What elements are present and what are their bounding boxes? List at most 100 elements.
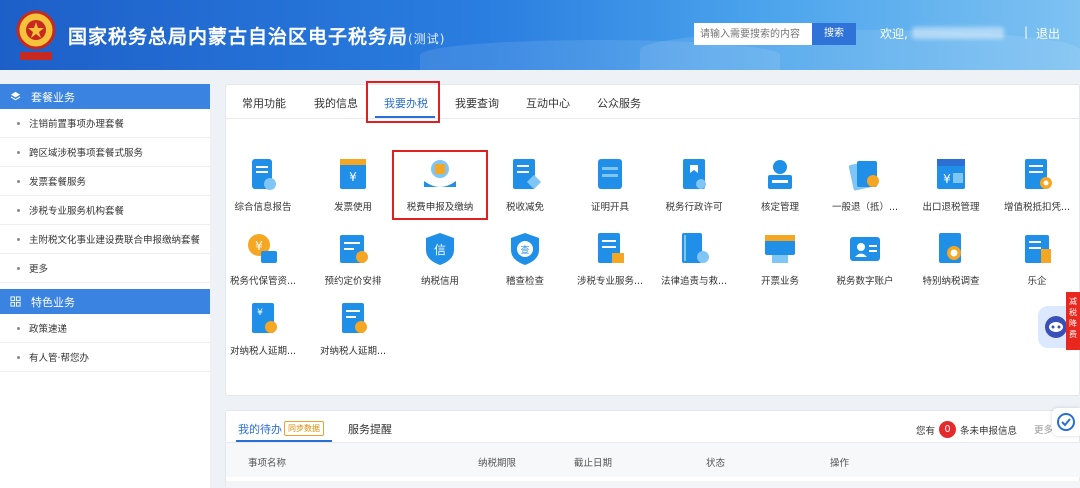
sidebar-item-label: 更多	[29, 264, 49, 275]
extension-icon	[342, 303, 367, 333]
bullet-icon	[17, 150, 20, 154]
bullet-icon	[17, 355, 20, 359]
function-label: 发票使用	[333, 202, 372, 213]
function-item[interactable]: ¥ 对纳税人延期...	[220, 301, 306, 357]
bullet-icon	[17, 237, 20, 241]
function-item[interactable]: 特别纳税调查	[908, 231, 994, 287]
tab-query[interactable]: 我要查询	[455, 95, 499, 111]
custody-icon: ¥	[248, 234, 277, 263]
function-item[interactable]: 预约定价安排	[310, 231, 396, 287]
sidebar-item-label: 有人管·帮您办	[29, 353, 90, 364]
sidebar-item-label: 涉税专业服务机构套餐	[29, 206, 125, 217]
more-link[interactable]: 更多	[1034, 422, 1053, 436]
header-separator: |	[1024, 25, 1029, 39]
sync-data-button[interactable]: 同步数据	[284, 421, 324, 436]
vat-deduction-icon	[1025, 159, 1052, 189]
approval-icon	[768, 160, 792, 189]
function-item[interactable]: 核定管理	[737, 157, 823, 213]
logout-link[interactable]: 退出	[1036, 25, 1060, 42]
table-header: 事项名称 纳税期限 截止日期 状态 操作	[226, 443, 1080, 477]
search-input[interactable]	[694, 23, 812, 45]
function-item[interactable]: 增值税抵扣凭...	[994, 157, 1080, 213]
function-label: 增值税抵扣凭...	[1003, 202, 1071, 213]
function-item[interactable]: 税务数字账户	[822, 231, 908, 287]
pending-prefix: 您有	[916, 425, 936, 437]
function-label: 涉税专业服务...	[576, 276, 644, 287]
chat-button[interactable]	[1052, 408, 1080, 436]
sidebar-section-special[interactable]: 特色业务	[0, 289, 210, 314]
tab-my-todo[interactable]: 我的待办	[238, 421, 282, 437]
welcome-text: 欢迎,	[880, 27, 908, 41]
function-item[interactable]: 查 稽查检查	[482, 231, 568, 287]
sidebar-item[interactable]: 注销前置事项办理套餐	[0, 109, 210, 138]
tab-interaction[interactable]: 互动中心	[526, 95, 570, 111]
function-label: 一般退（抵）...	[831, 202, 899, 213]
sidebar-item[interactable]: 政策速递	[0, 314, 210, 343]
function-item[interactable]: ¥ 出口退税管理	[908, 157, 994, 213]
table-row	[226, 481, 1080, 488]
tax-payment-icon	[424, 160, 456, 187]
function-item[interactable]: 综合信息报告	[220, 157, 306, 213]
function-item[interactable]: 证明开具	[567, 157, 653, 213]
svg-text:¥: ¥	[255, 239, 263, 253]
sidebar-item-label: 主附税文化事业建设费联合申报缴纳套餐	[29, 235, 201, 246]
sidebar-item[interactable]: 主附税文化事业建设费联合申报缴纳套餐	[0, 225, 210, 254]
sidebar-section-title: 套餐业务	[31, 90, 75, 104]
function-item-tax-payment[interactable]: 税费申报及缴纳	[397, 157, 483, 213]
tax-reduction-badge[interactable]: 减税降费	[1066, 292, 1080, 350]
site-title-text: 国家税务总局内蒙古自治区电子税务局	[68, 26, 409, 48]
function-item[interactable]: 一般退（抵）...	[822, 157, 908, 213]
assistant-button[interactable]	[1038, 306, 1068, 348]
bullet-icon	[17, 326, 20, 330]
function-label: 特别纳税调查	[922, 276, 980, 287]
sidebar-section-packages[interactable]: 套餐业务	[0, 84, 210, 109]
sidebar-item[interactable]: 涉税专业服务机构套餐	[0, 196, 210, 225]
function-item[interactable]: ¥ 发票使用	[310, 157, 396, 213]
credit-icon: 信	[426, 233, 454, 265]
function-item[interactable]: 对纳税人延期...	[310, 301, 396, 357]
function-item[interactable]: 乐企	[994, 231, 1080, 287]
tab-public-service[interactable]: 公众服务	[597, 95, 641, 111]
search-button[interactable]: 搜索	[812, 23, 856, 45]
bullet-icon	[17, 208, 20, 212]
tab-common[interactable]: 常用功能	[242, 95, 286, 111]
sidebar-item[interactable]: 发票套餐服务	[0, 167, 210, 196]
layers-icon	[10, 91, 21, 101]
column-header: 操作	[830, 458, 850, 469]
function-label: 开票业务	[760, 276, 799, 287]
function-label: 税务代保管资...	[229, 276, 297, 287]
grid-icon	[10, 296, 21, 307]
bullet-icon	[17, 266, 20, 270]
svg-text:信: 信	[434, 243, 446, 257]
function-item[interactable]: 法律追责与救...	[651, 231, 737, 287]
highlight-frame	[366, 81, 440, 123]
sidebar-item-label: 注销前置事项办理套餐	[29, 119, 125, 130]
function-label: 对纳税人延期...	[319, 346, 387, 357]
function-label: 综合信息报告	[234, 202, 292, 213]
function-item[interactable]: 开票业务	[737, 231, 823, 287]
sidebar-item[interactable]: 有人管·帮您办	[0, 343, 210, 372]
svg-text:查: 查	[520, 244, 529, 256]
function-item[interactable]: ¥ 税务代保管资...	[220, 231, 306, 287]
sidebar-item[interactable]: 跨区域涉税事项套餐式服务	[0, 138, 210, 167]
function-item[interactable]: 税务行政许可	[651, 157, 737, 213]
tab-service-reminder[interactable]: 服务提醒	[348, 421, 392, 437]
tab-my-info[interactable]: 我的信息	[314, 95, 358, 111]
column-header: 截止日期	[574, 458, 613, 469]
function-label: 法律追责与救...	[660, 276, 728, 287]
bullet-icon	[17, 179, 20, 183]
inspection-icon: 查	[511, 233, 539, 265]
todo-panel: 我的待办 同步数据 服务提醒 您有 0 条未申报信息 更多 事项名称 纳税期限 …	[225, 410, 1080, 488]
pending-suffix: 条未申报信息	[960, 425, 1018, 437]
function-item[interactable]: 涉税专业服务...	[567, 231, 653, 287]
leqi-icon	[1025, 235, 1051, 263]
column-header: 状态	[706, 458, 726, 469]
sidebar-item-more[interactable]: 更多	[0, 254, 210, 283]
function-item[interactable]: 信 纳税信用	[397, 231, 483, 287]
svg-text:¥: ¥	[943, 172, 951, 186]
svg-text:¥: ¥	[349, 170, 357, 184]
column-header: 事项名称	[248, 458, 287, 469]
sidebar-section-title: 特色业务	[31, 295, 75, 309]
function-item[interactable]: 税收减免	[482, 157, 568, 213]
sidebar-item-label: 跨区域涉税事项套餐式服务	[29, 148, 144, 159]
